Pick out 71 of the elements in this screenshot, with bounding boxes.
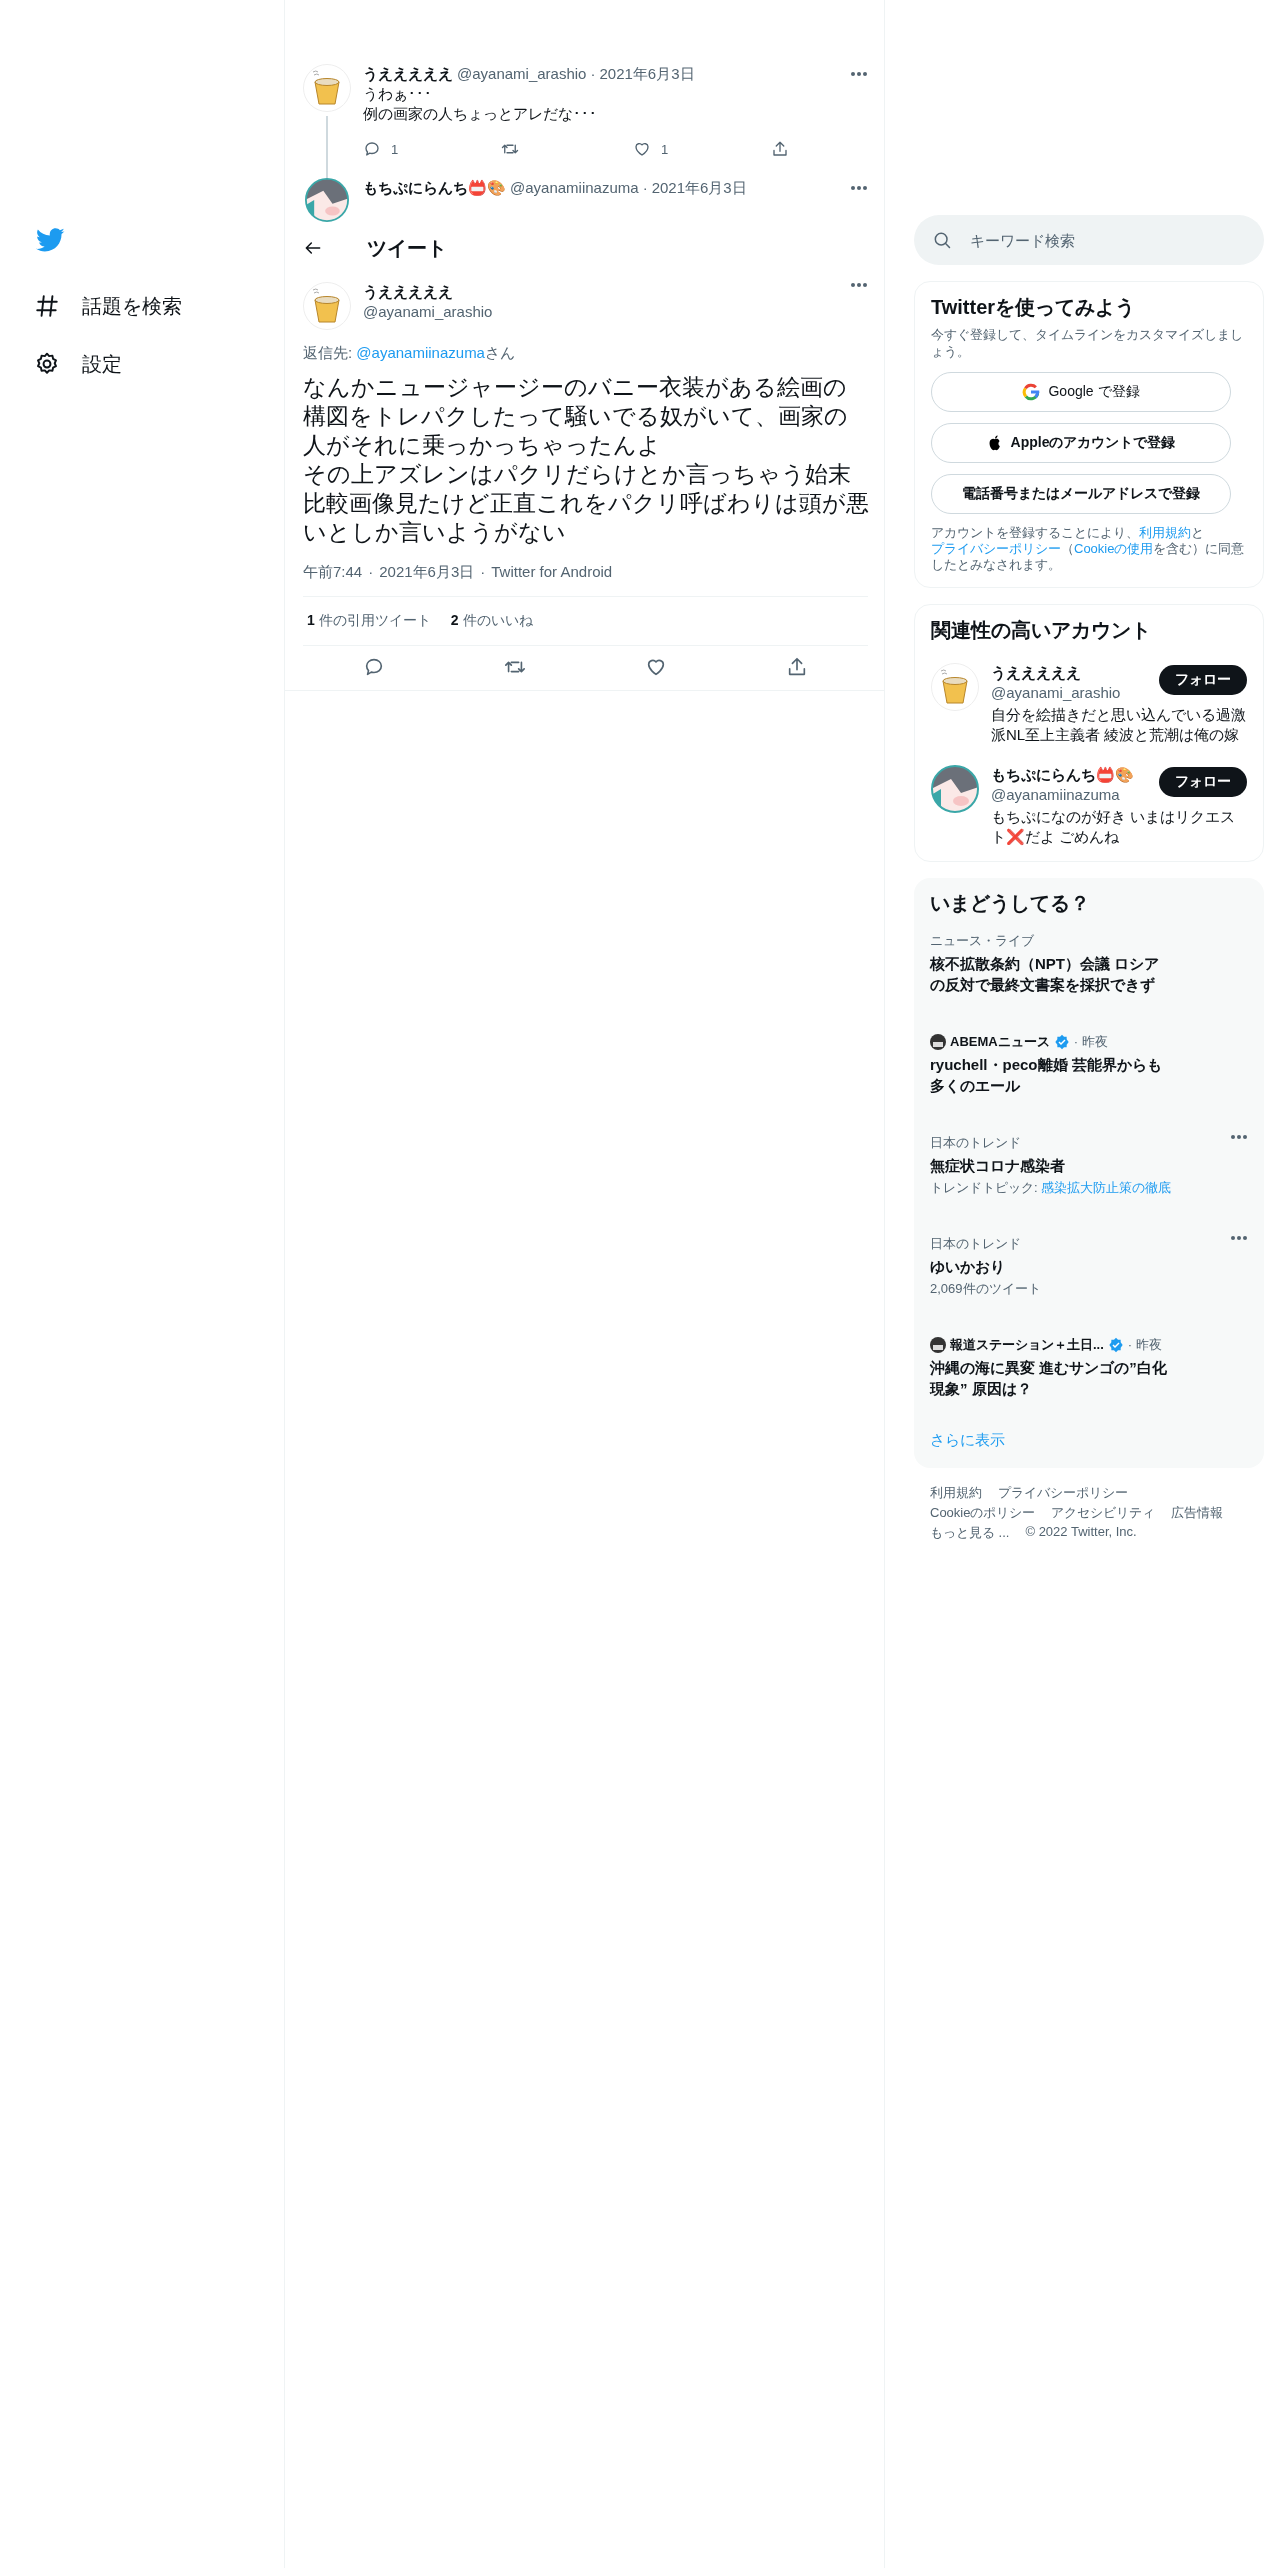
tweet-text: 比較画像見たけど正直これをパクリ呼ばわりは頭が悪いとしか言いようがない (303, 489, 869, 547)
tweet-source[interactable]: Twitter for Android (491, 563, 613, 582)
trend-headline: 沖縄の海に異変 進むサンゴの”白化現象” 原因は？ (930, 1358, 1168, 1399)
card-title: いまどうしてる？ (930, 891, 1091, 916)
trend-item[interactable]: ABEMAニュース · 昨夜 ryuchell・peco離婚 芸能界からも多くのエール (930, 1017, 1248, 1118)
news-time: · 昨夜 (1073, 1033, 1108, 1051)
stat-link[interactable]: 2 件のいいね (450, 612, 533, 630)
page-title: ツイート (367, 235, 447, 261)
user-name[interactable]: うえええええ (363, 64, 453, 84)
footer-link[interactable]: Cookieのポリシー (930, 1504, 1036, 1522)
separator: · (480, 563, 486, 582)
reply-count: 1 (391, 141, 399, 157)
trend-topic: トレンドトピック: 感染拡大防止策の徹底 (930, 1179, 1172, 1197)
trend-item[interactable]: 日本のトレンド 無症状コロナ感染者 トレンドトピック: 感染拡大防止策の徹底 (930, 1118, 1248, 1219)
nav-item[interactable]: 話題を検索 (34, 277, 182, 335)
user-name[interactable]: もちぷにらんち📛🎨 (363, 178, 506, 198)
user-handle[interactable]: @ayanami_arashio (457, 64, 587, 84)
trend-headline: ryuchell・peco離婚 芸能界からも多くのエール (930, 1055, 1163, 1096)
trend-category: ニュース・ライブ (930, 932, 1035, 950)
news-source: 報道ステーション＋土日... (950, 1336, 1104, 1354)
signup-button[interactable]: Google で登録 (931, 372, 1231, 412)
stat-link[interactable]: 1 件の引用ツイート (307, 612, 431, 630)
tweet-text: 例の画家の人ちょっとアレだな･･･ (363, 104, 598, 124)
trend-item[interactable]: ニュース・ライブ 核不拡散条約（NPT）会議 ロシアの反対で最終文書案を採択できず (930, 916, 1248, 1017)
user-handle[interactable]: @ayanamiinazuma (510, 178, 639, 198)
trend-item[interactable]: 報道ステーション＋土日... · 昨夜 沖縄の海に異変 進むサンゴの”白化現象” 原因は？ (930, 1320, 1248, 1421)
tweet-text: なんかニュージャージーのバニー衣装がある絵画の構図をトレパクしたって騒いでる奴がいて、画家の人がそれに乗っかっちゃったんよ (303, 373, 849, 460)
search-field[interactable]: キーワード検索 (914, 215, 1264, 265)
trend-category: 日本のトレンド (930, 1235, 1022, 1253)
separator: · (590, 64, 596, 84)
user-handle[interactable]: @ayanami_arashio (363, 302, 493, 322)
tweet-time[interactable]: 午前7:44 (303, 563, 363, 582)
user-handle[interactable]: @ayanami_arashio (991, 683, 1121, 703)
trend-item[interactable]: 日本のトレンド ゆいかおり 2,069件のツイート (930, 1219, 1248, 1320)
tweet-text: その上アズレンはパクリだらけとか言っちゃう始末 (303, 460, 852, 489)
trend-headline: 無症状コロナ感染者 (930, 1156, 1066, 1176)
separator: · (642, 178, 648, 198)
follow-button[interactable]: フォロー (1159, 665, 1247, 695)
user-name[interactable]: うえええええ (363, 282, 493, 302)
card-subtitle: 今すぐ登録して、タイムラインをカスタマイズしましょう。 (931, 326, 1244, 360)
nav-item[interactable]: 設定 (34, 335, 122, 393)
footer-link[interactable]: 広告情報 (1171, 1504, 1224, 1522)
follow-button[interactable]: フォロー (1159, 767, 1247, 797)
tweet-date[interactable]: 2021年6月3日 (599, 64, 695, 84)
legal-text: アカウントを登録することにより、利用規約 と プライバシーポリシー（Cookieの使用を含む）に同意したとみなされます。 (931, 525, 1246, 573)
user-name[interactable]: うえええええ (991, 663, 1121, 683)
user-handle[interactable]: @ayanamiinazuma (991, 785, 1134, 805)
trend-headline: 核不拡散条約（NPT）会議 ロシアの反対で最終文書案を採択できず (930, 954, 1161, 995)
user-name[interactable]: もちぷにらんち📛🎨 (991, 765, 1134, 785)
trend-category: 日本のトレンド (930, 1134, 1022, 1152)
separator: · (368, 563, 374, 582)
user-bio: 自分を絵描きだと思い込んでいる過激派NL至上主義者 綾波と荒潮は俺の嫁 (991, 705, 1247, 745)
card-title: 関連性の高いアカウント (931, 618, 1152, 643)
tweet-text: うわぁ･･･ (363, 84, 433, 104)
signup-button[interactable]: Appleのアカウントで登録 (931, 423, 1231, 463)
footer-link[interactable]: 利用規約 (930, 1484, 982, 1502)
tweet-count: 2,069件のツイート (930, 1280, 1042, 1298)
news-source: ABEMAニュース (950, 1033, 1050, 1051)
reply-to-text: 返信先: @ayanamiinazumaさん (303, 344, 516, 363)
card-title: Twitterを使ってみよう (931, 295, 1137, 320)
news-time: · 昨夜 (1127, 1336, 1162, 1354)
footer-link[interactable]: もっと見る ... (930, 1524, 1010, 1542)
copyright-text: © 2022 Twitter, Inc. (1025, 1524, 1137, 1541)
user-bio: もちぷになのが好き いまはリクエスト❌だよ ごめんね (991, 807, 1237, 847)
trend-headline: ゆいかおり (930, 1257, 1006, 1277)
footer-link[interactable]: アクセシビリティ (1051, 1504, 1156, 1522)
tweet-date[interactable]: 2021年6月3日 (651, 178, 747, 198)
like-count: 1 (661, 141, 669, 157)
signup-button[interactable]: 電話番号またはメールアドレスで登録 (931, 474, 1231, 514)
footer-link[interactable]: プライバシーポリシー (998, 1484, 1128, 1502)
tweet-date[interactable]: 2021年6月3日 (379, 563, 475, 582)
